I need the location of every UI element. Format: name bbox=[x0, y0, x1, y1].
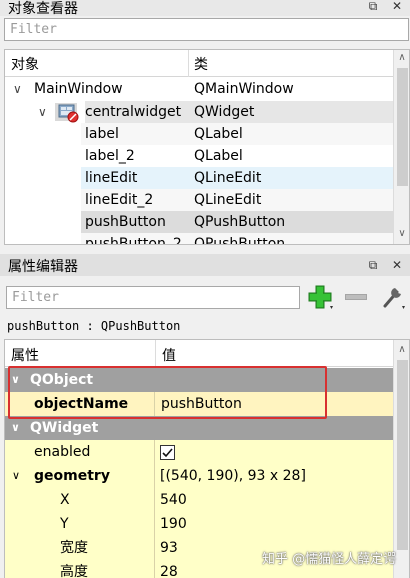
property-label: X bbox=[60, 492, 70, 508]
tree-object-class: QPushButton bbox=[194, 214, 286, 230]
tree-object-class: QMainWindow bbox=[194, 81, 294, 97]
tree-object-name: label_2 bbox=[85, 148, 135, 164]
object-tree: 对象 类 ∨ MainWindow QMainWindow ∨ centralw… bbox=[4, 49, 410, 245]
property-table-header: 属性 值 bbox=[5, 340, 393, 367]
tree-row-pushbutton[interactable]: pushButton QPushButton bbox=[81, 211, 393, 233]
scrollbar-thumb[interactable] bbox=[397, 360, 408, 550]
property-label: enabled bbox=[34, 444, 91, 460]
float-icon[interactable]: ⧉ bbox=[366, 0, 380, 13]
remove-property-icon[interactable] bbox=[345, 294, 367, 300]
property-value[interactable]: 190 bbox=[160, 512, 187, 536]
property-row-objectname[interactable]: objectName pushButton bbox=[5, 392, 395, 417]
scroll-down-icon[interactable]: ∨ bbox=[396, 228, 408, 239]
tree-object-name: lineEdit_2 bbox=[85, 192, 154, 208]
expand-arrow-icon[interactable]: ∨ bbox=[38, 101, 47, 123]
float-icon[interactable]: ⧉ bbox=[366, 258, 380, 272]
property-name-cell: enabled bbox=[5, 440, 155, 464]
property-value[interactable]: 28 bbox=[160, 560, 178, 578]
property-name-cell: X bbox=[5, 488, 155, 512]
object-tree-header: 对象 类 bbox=[5, 50, 393, 77]
tree-object-class: QLineEdit bbox=[194, 192, 262, 208]
property-name-cell: ∨ geometry bbox=[5, 464, 155, 488]
group-row-qobject[interactable]: ∨ QObject bbox=[5, 368, 395, 392]
property-value[interactable]: 93 bbox=[160, 536, 178, 560]
tree-object-name: pushButton_2 bbox=[85, 236, 182, 245]
property-value[interactable]: 540 bbox=[160, 488, 187, 512]
property-filter-input[interactable]: Filter bbox=[6, 286, 300, 309]
property-label: objectName bbox=[34, 396, 129, 412]
tree-row-lineedit-2[interactable]: lineEdit_2 QLineEdit bbox=[81, 189, 393, 211]
tree-object-class: QWidget bbox=[194, 104, 255, 120]
tree-object-class: QLabel bbox=[194, 148, 243, 164]
tree-row-centralwidget[interactable]: ∨ centralwidget QWidget bbox=[5, 101, 393, 123]
property-name-cell: objectName bbox=[5, 392, 155, 416]
tree-object-class: QLabel bbox=[194, 126, 243, 142]
property-editor-title: 属性编辑器 bbox=[8, 259, 78, 275]
property-value[interactable]: [(540, 190), 93 x 28] bbox=[160, 464, 306, 488]
object-inspector-titlebar: 对象查看器 ⧉ ✕ bbox=[0, 0, 410, 17]
tree-object-class: QLineEdit bbox=[194, 170, 262, 186]
scrollbar-thumb[interactable] bbox=[397, 68, 408, 186]
tree-row-label[interactable]: label QLabel bbox=[81, 123, 393, 145]
property-value[interactable]: pushButton bbox=[161, 392, 242, 416]
tree-object-name: centralwidget bbox=[85, 104, 182, 120]
add-dynamic-property-icon[interactable] bbox=[308, 284, 336, 312]
property-name-cell: Y bbox=[5, 512, 155, 536]
tree-object-name: MainWindow bbox=[34, 81, 123, 97]
group-row-qwidget[interactable]: ∨ QWidget bbox=[5, 416, 395, 440]
property-label: geometry bbox=[34, 468, 110, 484]
object-tree-scrollbar[interactable]: ∧ ∨ bbox=[393, 50, 409, 244]
property-table-scrollbar[interactable]: ∧ bbox=[393, 340, 409, 578]
close-icon[interactable]: ✕ bbox=[390, 0, 404, 13]
scroll-up-icon[interactable]: ∧ bbox=[396, 344, 408, 355]
property-table: 属性 值 ∨ QObject objectName pushButton ∨ Q… bbox=[4, 339, 410, 578]
property-context-label: pushButton : QPushButton bbox=[7, 319, 181, 333]
scroll-up-icon[interactable]: ∧ bbox=[396, 52, 408, 63]
tree-row-mainwindow[interactable]: ∨ MainWindow QMainWindow bbox=[5, 78, 393, 100]
property-label: 宽度 bbox=[60, 540, 88, 556]
column-header-class[interactable]: 类 bbox=[194, 54, 208, 74]
property-name-cell: 高度 bbox=[5, 560, 155, 578]
property-label: 高度 bbox=[60, 564, 88, 578]
column-header-value[interactable]: 值 bbox=[162, 345, 176, 365]
checkmark-icon bbox=[162, 448, 173, 458]
close-icon[interactable]: ✕ bbox=[390, 258, 404, 272]
tree-object-name: label bbox=[85, 126, 119, 142]
property-row-geometry[interactable]: ∨ geometry [(540, 190), 93 x 28] bbox=[5, 464, 395, 489]
column-header-property[interactable]: 属性 bbox=[11, 345, 39, 365]
watermark-text: 知乎 @懦猫怪人薛定谔 bbox=[262, 552, 397, 567]
tree-object-name: pushButton bbox=[85, 214, 166, 230]
wrench-menu-icon[interactable] bbox=[380, 284, 408, 312]
enabled-checkbox[interactable] bbox=[160, 445, 175, 460]
group-label: QObject bbox=[30, 372, 94, 388]
column-divider bbox=[188, 50, 189, 77]
tree-object-name: lineEdit bbox=[85, 170, 138, 186]
expand-arrow-icon[interactable]: ∨ bbox=[11, 368, 20, 392]
property-label: Y bbox=[60, 516, 69, 532]
object-filter-input[interactable]: Filter bbox=[4, 18, 409, 41]
property-row-y[interactable]: Y 190 bbox=[5, 512, 395, 537]
expand-arrow-icon[interactable]: ∨ bbox=[11, 416, 20, 440]
expand-arrow-icon[interactable]: ∨ bbox=[12, 464, 20, 488]
tree-row-lineedit[interactable]: lineEdit QLineEdit bbox=[81, 167, 393, 189]
group-label: QWidget bbox=[30, 420, 99, 436]
property-name-cell: 宽度 bbox=[5, 536, 155, 560]
tree-object-class: QPushButton bbox=[194, 236, 286, 245]
property-row-enabled[interactable]: enabled bbox=[5, 440, 395, 465]
property-editor-titlebar: 属性编辑器 ⧉ ✕ bbox=[0, 254, 410, 276]
object-inspector-title: 对象查看器 bbox=[8, 1, 78, 17]
tree-row-pushbutton-2[interactable]: pushButton_2 QPushButton bbox=[81, 233, 393, 245]
property-row-x[interactable]: X 540 bbox=[5, 488, 395, 513]
tree-row-label-2[interactable]: label_2 QLabel bbox=[81, 145, 393, 167]
layout-broken-icon bbox=[58, 104, 79, 123]
column-header-object[interactable]: 对象 bbox=[11, 54, 39, 74]
expand-arrow-icon[interactable]: ∨ bbox=[13, 78, 22, 100]
column-divider bbox=[155, 340, 156, 367]
